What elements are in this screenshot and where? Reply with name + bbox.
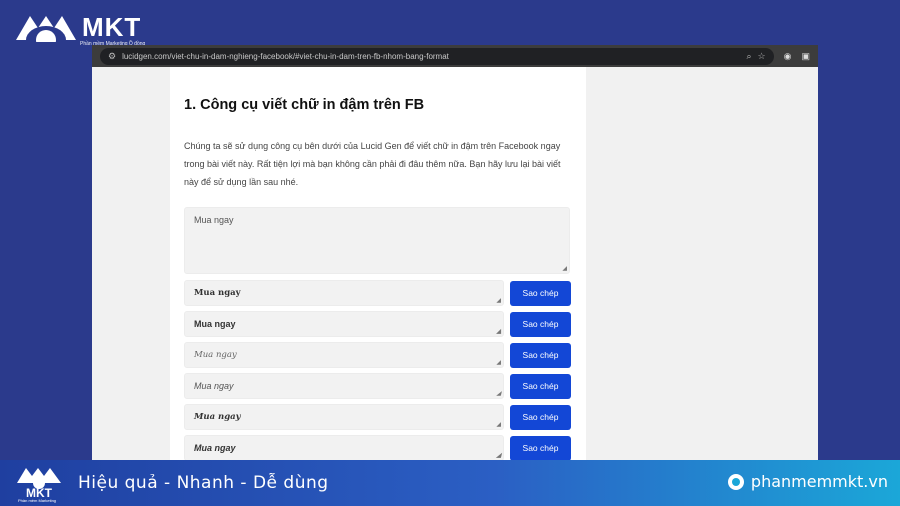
output-field[interactable]: Mua ngay ◢	[184, 311, 504, 337]
mkt-logo-icon: MKT	[17, 468, 61, 500]
copy-button[interactable]: Sao chép	[510, 373, 571, 399]
web-page: 1. Công cụ viết chữ in đậm trên FB Chúng…	[92, 67, 818, 460]
output-row: Mua ngay ◢ Sao chép	[184, 342, 572, 368]
url-field[interactable]: ⚙ lucidgen.com/viet-chu-in-dam-nghieng-f…	[100, 47, 774, 65]
output-field[interactable]: Mua ngay ◢	[184, 435, 504, 460]
output-text: Mua ngay	[194, 288, 241, 298]
output-field[interactable]: Mua ngay ◢	[184, 280, 504, 306]
website-link[interactable]: phanmemmkt.vn	[727, 472, 888, 491]
slogan: Hiệu quả - Nhanh - Dễ dùng	[78, 473, 329, 493]
output-row: Mua ngay ◢ Sao chép	[184, 280, 572, 306]
copy-button[interactable]: Sao chép	[510, 435, 571, 460]
copy-button[interactable]: Sao chép	[510, 311, 571, 337]
bottom-banner: MKT Phần mềm Marketing Hiệu quả - Nhanh …	[0, 460, 900, 506]
website-text: phanmemmkt.vn	[750, 472, 888, 491]
address-bar: ⚙ lucidgen.com/viet-chu-in-dam-nghieng-f…	[92, 45, 818, 67]
browser-window: ⚙ lucidgen.com/viet-chu-in-dam-nghieng-f…	[92, 45, 818, 460]
resize-handle-icon[interactable]: ◢	[496, 329, 501, 335]
banner-logo-sub: Phần mềm Marketing	[18, 498, 57, 503]
intro-paragraph: Chúng ta sẽ sử dụng công cụ bên dưới của…	[184, 141, 561, 187]
copy-button[interactable]: Sao chép	[510, 280, 571, 306]
resize-handle-icon[interactable]: ◢	[496, 422, 501, 428]
source-text-input[interactable]: Mua ngay ◢	[184, 207, 570, 274]
output-row: Mua ngay ◢ Sao chép	[184, 404, 572, 430]
output-field[interactable]: Mua ngay ◢	[184, 373, 504, 399]
copy-button[interactable]: Sao chép	[510, 342, 571, 368]
output-text: Mua ngay	[194, 319, 236, 329]
bookmark-star-icon[interactable]: ☆	[758, 51, 766, 61]
output-row: Mua ngay ◢ Sao chép	[184, 311, 572, 337]
section-heading: 1. Công cụ viết chữ in đậm trên FB	[184, 97, 425, 113]
zoom-icon[interactable]: ⌕	[747, 51, 752, 61]
output-row: Mua ngay ◢ Sao chép	[184, 435, 572, 460]
output-text: Mua ngay	[194, 381, 234, 391]
brand-logo: MKT Phần mềm Marketing Ồ đồng	[14, 12, 145, 47]
article-content: 1. Công cụ viết chữ in đậm trên FB Chúng…	[170, 67, 586, 460]
site-settings-icon[interactable]: ⚙	[108, 51, 116, 61]
mkt-logo-icon	[16, 16, 76, 42]
resize-handle-icon[interactable]: ◢	[496, 453, 501, 459]
url-text: lucidgen.com/viet-chu-in-dam-nghieng-fac…	[122, 51, 449, 61]
output-row: Mua ngay ◢ Sao chép	[184, 373, 572, 399]
output-field[interactable]: Mua ngay ◢	[184, 404, 504, 430]
camera-icon[interactable]: ▣	[801, 51, 810, 62]
output-list: Mua ngay ◢ Sao chép Mua ngay ◢ Sao chép Mua ng…	[184, 280, 572, 460]
chat-bubble-icon	[727, 473, 744, 490]
resize-handle-icon[interactable]: ◢	[496, 391, 501, 397]
output-text: Mua ngay	[194, 350, 237, 360]
resize-handle-icon[interactable]: ◢	[496, 298, 501, 304]
extension-icon[interactable]: ◉	[784, 51, 792, 62]
resize-handle-icon[interactable]: ◢	[496, 360, 501, 366]
copy-button[interactable]: Sao chép	[510, 404, 571, 430]
output-field[interactable]: Mua ngay ◢	[184, 342, 504, 368]
brand-name: MKT	[82, 12, 142, 42]
source-text-value: Mua ngay	[194, 215, 234, 225]
output-text: Mua ngay	[194, 443, 236, 453]
output-text: Mua ngay	[194, 412, 241, 422]
resize-handle-icon[interactable]: ◢	[562, 266, 567, 272]
